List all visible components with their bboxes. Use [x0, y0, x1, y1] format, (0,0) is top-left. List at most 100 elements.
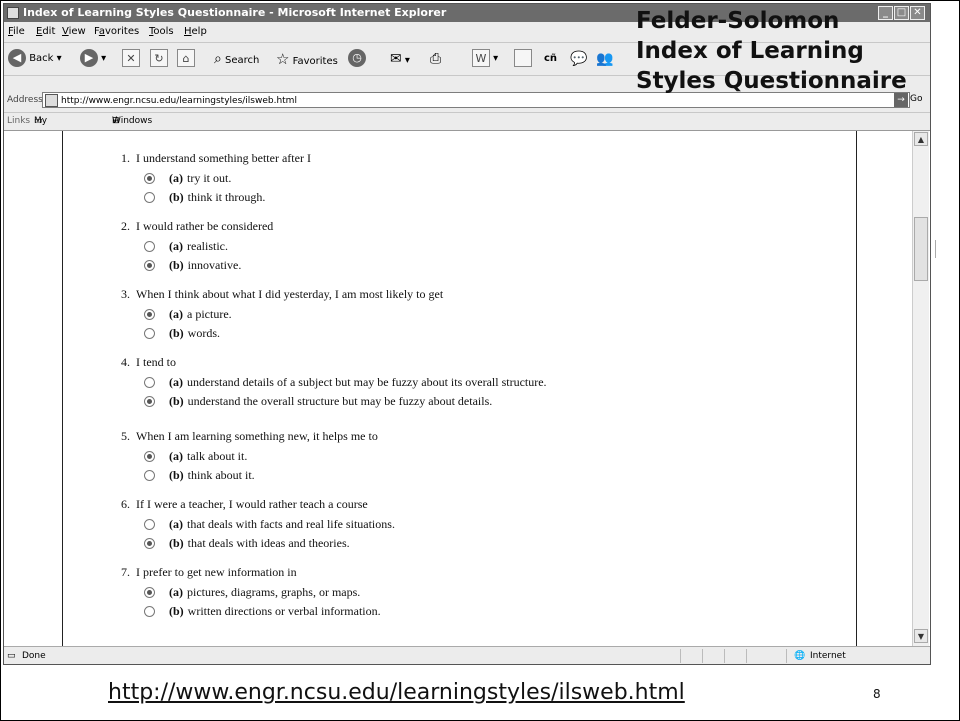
menu-item[interactable]: View — [62, 22, 86, 42]
question-label: I understand something better after I — [136, 151, 311, 165]
answer-label: (b) written directions or verbal informat… — [169, 603, 381, 619]
answer-letter: (a) — [169, 449, 183, 463]
stop-button[interactable]: ✕ — [122, 48, 140, 70]
radio-button[interactable] — [144, 328, 155, 339]
answer-text: that deals with facts and real life situ… — [187, 517, 395, 531]
chat-bubble-icon: 💬 — [570, 51, 588, 67]
answer-label: (a) talk about it. — [169, 448, 247, 464]
answer-text: think about it. — [187, 468, 255, 482]
star-icon: ☆ — [276, 50, 290, 68]
scroll-up-arrow-icon[interactable]: ▲ — [914, 132, 928, 146]
question-text: 2. I would rather be considered — [116, 219, 273, 234]
radio-button[interactable] — [144, 451, 155, 462]
radio-button[interactable] — [144, 241, 155, 252]
page-right-rule — [856, 131, 857, 646]
answer-letter: (b) — [169, 536, 184, 550]
done-page-icon: ▭ — [7, 651, 16, 661]
answer-letter: (a) — [169, 171, 183, 185]
question-number: 3. — [121, 287, 130, 301]
radio-button[interactable] — [144, 519, 155, 530]
answer-text: think it through. — [187, 190, 266, 204]
answer-text: a picture. — [187, 307, 232, 321]
answer-label: (b) think it through. — [169, 189, 265, 205]
answer-text: try it out. — [187, 171, 232, 185]
refresh-icon: ↻ — [150, 49, 168, 67]
answer-label: (b) innovative. — [169, 257, 241, 273]
page-icon — [45, 94, 58, 107]
answer-letter: (b) — [169, 326, 184, 340]
answer-text: innovative. — [187, 258, 242, 272]
radio-button[interactable] — [144, 173, 155, 184]
back-label: Back — [29, 53, 54, 64]
edit-page-button[interactable] — [514, 48, 532, 70]
home-button[interactable]: ⌂ — [177, 48, 195, 70]
page-content: 1. I understand something better after I (… — [4, 131, 930, 646]
mail-icon: ✉ — [390, 51, 402, 67]
back-button[interactable]: ◀ Back ▾ — [8, 48, 62, 70]
question-number: 1. — [121, 151, 130, 165]
answer-label: (b) that deals with ideas and theories. — [169, 535, 350, 551]
answer-letter: (a) — [169, 517, 183, 531]
address-label: Address — [7, 95, 43, 105]
radio-button[interactable] — [144, 309, 155, 320]
web-page: 1. I understand something better after I (… — [4, 131, 912, 646]
menu-item[interactable]: Help — [184, 22, 207, 42]
vertical-scrollbar[interactable]: ▲ ▼ — [912, 131, 929, 646]
answer-letter: (a) — [169, 585, 183, 599]
forward-button[interactable]: ▶ ▾ — [80, 48, 106, 70]
menu-item[interactable]: Favorites — [94, 22, 139, 42]
answer-label: (b) words. — [169, 325, 220, 341]
question-label: If I were a teacher, I would rather teac… — [136, 497, 368, 511]
answer-label: (b) think about it. — [169, 467, 255, 483]
radio-button[interactable] — [144, 606, 155, 617]
radio-button[interactable] — [144, 538, 155, 549]
menu-item[interactable]: File — [8, 22, 25, 42]
ie-page-icon — [7, 7, 19, 19]
word-button[interactable]: W ▾ — [472, 48, 498, 70]
status-divider — [680, 649, 681, 663]
answer-text: realistic. — [187, 239, 228, 253]
refresh-button[interactable]: ↻ — [150, 48, 168, 70]
question-number: 5. — [121, 429, 130, 443]
question-number: 6. — [121, 497, 130, 511]
favorites-button[interactable]: ☆ Favorites — [276, 48, 338, 70]
word-icon: W — [472, 49, 490, 67]
radio-button[interactable] — [144, 377, 155, 388]
messenger-chat-button[interactable]: 💬 — [570, 48, 587, 70]
messenger-button[interactable]: 👥 — [596, 48, 613, 70]
back-arrow-icon: ◀ — [8, 49, 26, 67]
footer-url-link[interactable]: http://www.engr.ncsu.edu/learningstyles/… — [108, 680, 685, 705]
answer-label: (a) pictures, diagrams, graphs, or maps. — [169, 584, 360, 600]
mail-button[interactable]: ✉ ▾ — [390, 48, 410, 70]
history-button[interactable]: ◷ — [348, 48, 366, 70]
links-label: Links — [7, 116, 31, 126]
answer-letter: (b) — [169, 468, 184, 482]
status-bar: ▭ Done 🌐 Internet — [4, 646, 930, 664]
scrollbar-thumb[interactable] — [914, 217, 928, 281]
research-button[interactable]: cñ — [544, 48, 557, 70]
search-button[interactable]: ⌕ Search — [214, 48, 259, 70]
slide-title-line: Index of Learning — [636, 38, 864, 64]
question-text: 7. I prefer to get new information in — [116, 565, 297, 580]
print-button[interactable]: ⎙ — [430, 48, 441, 70]
radio-button[interactable] — [144, 192, 155, 203]
menu-item[interactable]: Tools — [149, 22, 174, 42]
answer-letter: (a) — [169, 239, 183, 253]
address-url: http://www.engr.ncsu.edu/learningstyles/… — [61, 96, 297, 106]
print-icon: ⎙ — [430, 51, 442, 67]
radio-button[interactable] — [144, 587, 155, 598]
radio-button[interactable] — [144, 470, 155, 481]
close-button[interactable]: ✕ — [910, 6, 925, 20]
scroll-down-arrow-icon[interactable]: ▼ — [914, 629, 928, 643]
status-divider — [702, 649, 703, 663]
research-icon: cñ — [544, 53, 558, 64]
radio-button[interactable] — [144, 260, 155, 271]
status-divider — [786, 649, 787, 663]
question-number: 4. — [121, 355, 130, 369]
answer-label: (b) understand the overall structure but … — [169, 393, 492, 409]
radio-button[interactable] — [144, 396, 155, 407]
answer-letter: (a) — [169, 307, 183, 321]
menu-item[interactable]: Edit — [36, 22, 55, 42]
go-label[interactable]: Go — [910, 94, 922, 104]
question-number: 7. — [121, 565, 130, 579]
